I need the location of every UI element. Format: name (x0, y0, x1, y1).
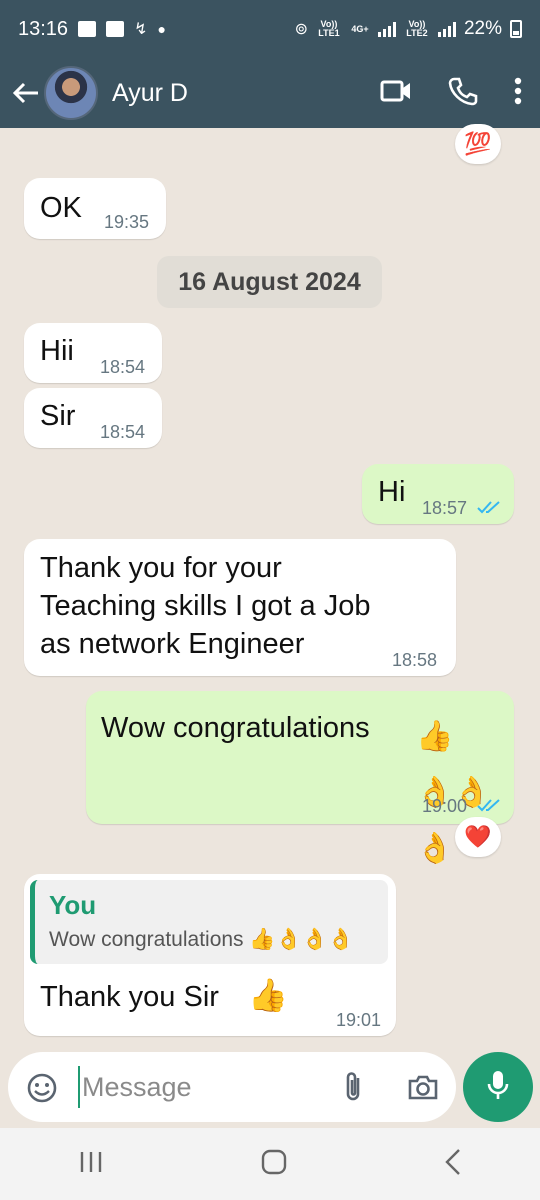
read-receipt-icon (477, 797, 501, 818)
signal2-icon (437, 21, 456, 37)
more-icon[interactable] (514, 77, 522, 110)
lte2-label: Vo)) LTE2 (406, 19, 428, 38)
heart-reaction[interactable]: ❤️ (455, 817, 501, 857)
dot-icon: ● (157, 21, 166, 37)
battery-percent: 22% (463, 18, 502, 39)
date-divider: 16 August 2024 (157, 256, 382, 308)
message-text-line: Teaching skills I got a Job (40, 590, 371, 622)
message-bubble-in[interactable]: You Wow congratulations 👍👌👌👌 Thank you S… (24, 874, 396, 1036)
message-text: Wow congratulations (101, 712, 370, 744)
video-call-icon[interactable] (380, 79, 412, 108)
hotspot-icon: ⊚ (294, 21, 308, 38)
message-time: 18:58 (392, 650, 438, 670)
message-bubble-in[interactable]: Thank you for your Teaching skills I got… (24, 539, 456, 676)
recent-apps-icon[interactable] (78, 1150, 104, 1179)
message-text: Hii (40, 335, 74, 367)
lte1-label: Vo)) LTE1 (318, 19, 340, 38)
system-nav-bar (0, 1128, 540, 1200)
home-icon[interactable] (261, 1149, 287, 1180)
quote-text: Wow congratulations 👍👌👌👌 (49, 928, 354, 951)
voice-call-icon[interactable] (448, 76, 478, 111)
message-input-container[interactable] (8, 1052, 456, 1122)
status-bar: 13:16 ↯ ● ⊚ Vo)) LTE1 4G+ Vo)) LTE2 22% (0, 0, 540, 58)
message-bubble-out[interactable]: Hi 18:57 (362, 464, 514, 524)
signal1-icon (377, 21, 396, 37)
battery-icon (510, 20, 522, 38)
message-input[interactable] (78, 1066, 318, 1108)
missed-call-icon: ↯ (134, 21, 148, 38)
check-notification-icon (106, 21, 125, 37)
reaction-emoji: ❤️ (464, 824, 492, 849)
mic-button[interactable] (463, 1052, 533, 1122)
message-text: Thank you Sir (40, 981, 219, 1013)
message-time: 18:57 (422, 498, 468, 518)
4g-label: 4G+ (351, 23, 369, 34)
message-text: OK (40, 192, 82, 224)
composer-bar (0, 1050, 540, 1128)
emoji-icon[interactable] (26, 1072, 58, 1109)
message-bubble-in[interactable]: Hii 18:54 (24, 323, 162, 383)
message-time: 18:54 (100, 422, 146, 442)
message-time: 19:01 (336, 1010, 382, 1030)
message-time: 19:35 (104, 212, 150, 232)
camera-icon[interactable] (407, 1072, 439, 1107)
attach-icon[interactable] (342, 1070, 364, 1109)
nav-back-icon[interactable] (444, 1148, 462, 1181)
hundred-reaction[interactable]: 💯 (455, 124, 501, 164)
quote-author: You (49, 890, 97, 920)
message-time: 19:00 (422, 796, 468, 816)
gallery-notification-icon (78, 21, 97, 37)
read-receipt-icon (477, 499, 501, 520)
message-bubble-in[interactable]: OK 19:35 (24, 178, 166, 239)
message-time: 18:54 (100, 357, 146, 377)
message-text-line: Thank you for your (40, 552, 282, 584)
message-text-line: as network Engineer (40, 628, 305, 660)
chat-header: Ayur D (0, 58, 540, 128)
status-time: 13:16 (18, 17, 69, 40)
back-arrow-icon[interactable] (12, 79, 40, 107)
message-bubble-in[interactable]: Sir 18:54 (24, 388, 162, 448)
message-text: Hi (378, 476, 406, 508)
avatar[interactable] (44, 66, 98, 120)
reaction-emoji: 💯 (464, 131, 492, 156)
message-text: Sir (40, 400, 76, 432)
contact-name[interactable]: Ayur D (112, 79, 188, 108)
message-emoji: 👍 (248, 977, 288, 1013)
chat-area[interactable]: 💯 OK 19:35 16 August 2024 Hii 18:54 Sir … (0, 124, 540, 1050)
mic-icon (486, 1069, 510, 1106)
quoted-message[interactable]: You Wow congratulations 👍👌👌👌 (30, 880, 388, 964)
message-bubble-out[interactable]: Wow congratulations 👍 👌👌👌 19:00 (86, 691, 514, 865)
